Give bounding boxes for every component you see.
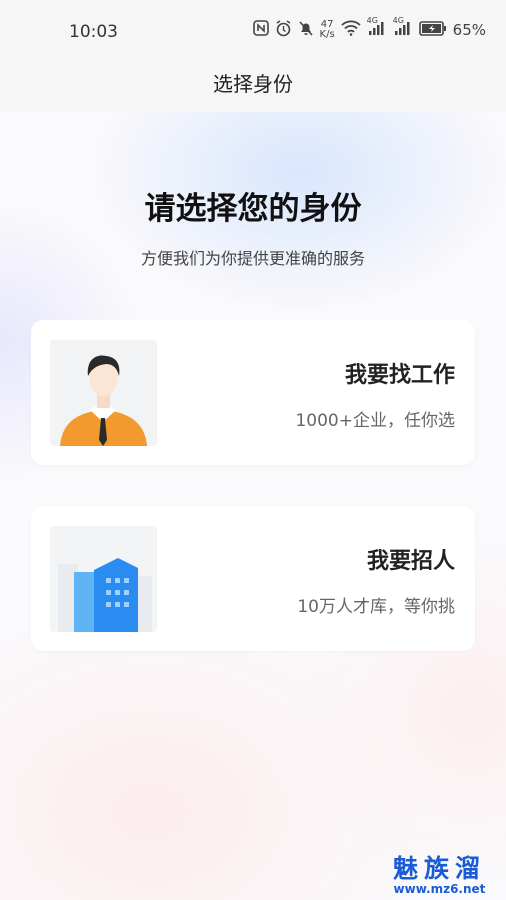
status-time: 10:03 bbox=[69, 22, 118, 42]
identity-subheading: 方便我们为你提供更准确的服务 bbox=[140, 249, 365, 268]
job-seeker-card[interactable]: 我要找工作 1000+企业，任你选 bbox=[31, 320, 475, 465]
recruiter-card[interactable]: 我要招人 10万人才库，等你挑 bbox=[31, 506, 475, 651]
signal-1-label: 4G bbox=[366, 16, 378, 25]
network-speed: 47 K/s bbox=[320, 20, 335, 40]
watermark-text: 魅族溜 bbox=[392, 854, 486, 883]
recruiter-subtitle: 10万人才库，等你挑 bbox=[297, 597, 455, 617]
signal-2: 4G bbox=[393, 16, 413, 40]
status-icons: 47 K/s 4G 4G 65% bbox=[252, 16, 486, 42]
wifi-icon bbox=[341, 20, 361, 40]
nfc-icon bbox=[252, 20, 269, 40]
signal-2-label: 4G bbox=[392, 16, 404, 25]
job-seeker-title: 我要找工作 bbox=[344, 363, 455, 388]
signal-1: 4G bbox=[367, 16, 387, 40]
recruiter-title: 我要招人 bbox=[366, 549, 455, 574]
battery-icon bbox=[418, 20, 447, 40]
status-bar: 10:03 47 K/s 4G 4G 65% bbox=[0, 0, 506, 62]
battery-percent: 65% bbox=[452, 21, 486, 39]
building-illustration bbox=[50, 526, 157, 632]
job-seeker-subtitle: 1000+企业，任你选 bbox=[295, 411, 455, 431]
watermark-url: www.mz6.net bbox=[393, 882, 486, 896]
job-seeker-illustration bbox=[50, 340, 157, 446]
watermark: 魅族溜 www.mz6.net bbox=[392, 854, 486, 897]
page-title: 选择身份 bbox=[213, 72, 293, 96]
network-speed-unit: K/s bbox=[319, 29, 335, 40]
nav-bar: 选择身份 bbox=[0, 62, 506, 112]
alarm-icon bbox=[275, 19, 292, 41]
identity-heading: 请选择您的身份 bbox=[144, 191, 362, 227]
mute-bell-icon bbox=[298, 20, 314, 41]
